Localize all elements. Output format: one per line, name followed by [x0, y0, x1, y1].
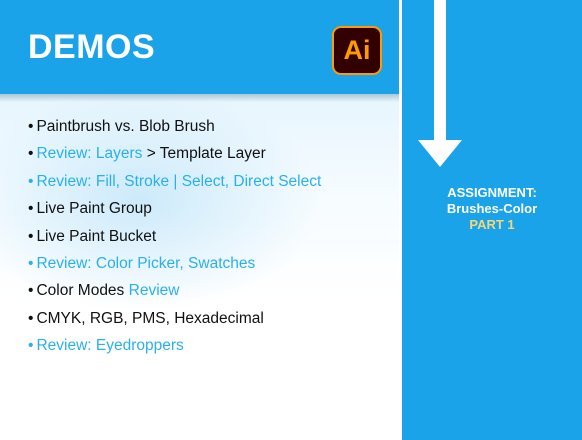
list-item-text: Live Paint Bucket [36, 227, 157, 245]
list-item: • Review: Color Picker, Swatches [28, 254, 321, 281]
bullet-marker: • [28, 200, 34, 218]
page-title: DEMOS [28, 28, 156, 66]
adobe-illustrator-icon: Ai [332, 26, 382, 75]
list-item: • CMYK, RGB, PMS, Hexadecimal [28, 309, 321, 336]
bullet-marker: • [28, 309, 34, 327]
list-item-text: > Template Layer [142, 145, 266, 163]
list-item: • Live Paint Bucket [28, 227, 321, 254]
list-item-text: Color Modes [36, 282, 129, 300]
assignment-callout: ASSIGNMENT: Brushes-Color PART 1 [402, 185, 582, 233]
list-item-review-text: Review: Layers [36, 145, 143, 163]
list-item-review-text: Review: Fill, Stroke | Select, Direct Se… [36, 172, 322, 190]
bullet-marker: • [28, 172, 34, 190]
demo-list: • Paintbrush vs. Blob Brush • Review: Layer… [28, 117, 321, 364]
header-shadow [0, 94, 399, 102]
bullet-marker: • [28, 118, 34, 135]
list-item: • Review: Fill, Stroke | Select, Direct S… [28, 172, 321, 199]
bullet-marker: • [28, 145, 34, 163]
list-item-text: Paintbrush vs. Blob Brush [36, 118, 215, 135]
bullet-marker: • [28, 254, 34, 272]
list-item: • Live Paint Group [28, 199, 321, 226]
slide: DEMOS Ai • Paintbrush vs. Blob Brush • Revi… [0, 0, 582, 440]
assignment-name: Brushes-Color [446, 201, 538, 216]
list-item-review-text: Review [128, 282, 180, 300]
bullet-marker: • [28, 337, 34, 355]
bullet-marker: • [28, 227, 34, 245]
assignment-label: ASSIGNMENT: [447, 185, 537, 200]
ai-logo-text: Ai [343, 35, 371, 65]
list-item-text: CMYK, RGB, PMS, Hexadecimal [36, 309, 264, 327]
list-item: • Paintbrush vs. Blob Brush [28, 117, 321, 144]
list-item: • Color Modes Review [28, 281, 321, 308]
list-item-review-text: Review: Color Picker, Swatches [36, 254, 256, 272]
list-item: • Review: Eyedroppers [28, 336, 321, 363]
down-arrow-icon [418, 0, 462, 167]
list-item: • Review: Layers > Template Layer [28, 144, 321, 171]
list-item-text: Live Paint Group [36, 200, 152, 218]
list-item-review-text: Review: Eyedroppers [36, 337, 184, 355]
bullet-marker: • [28, 282, 34, 300]
assignment-part: PART 1 [469, 217, 515, 232]
